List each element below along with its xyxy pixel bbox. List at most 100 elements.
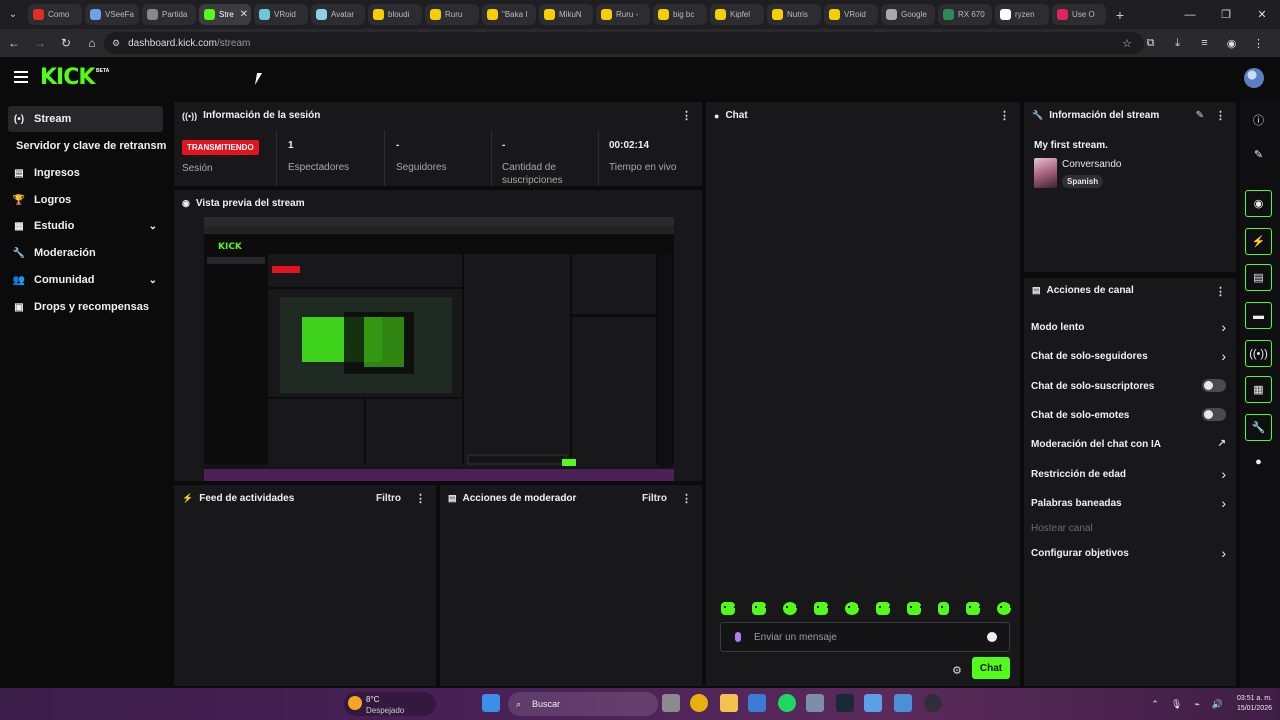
url-bar[interactable]: ⚙ dashboard.kick.com/stream ☆ <box>104 32 1144 54</box>
emote-icon[interactable] <box>814 602 829 615</box>
emote-icon[interactable] <box>938 602 953 615</box>
app-icon[interactable] <box>864 694 882 712</box>
panel-menu-icon[interactable]: ⋮ <box>415 492 426 505</box>
emote-icon[interactable] <box>845 602 860 615</box>
browser-tab[interactable]: MikuN <box>539 4 593 25</box>
lightning-icon[interactable]: ⚡ <box>1245 228 1272 255</box>
panel-menu-icon[interactable]: ⋮ <box>1215 285 1226 298</box>
windows-start-icon[interactable] <box>482 694 500 712</box>
toggle-switch[interactable] <box>1202 408 1226 421</box>
site-info-icon[interactable]: ⚙ <box>112 38 120 49</box>
shapes-icon[interactable]: ● <box>1245 456 1272 468</box>
browser-tab[interactable]: RX 670 <box>938 4 992 25</box>
store-icon[interactable] <box>748 694 766 712</box>
emote-icon[interactable] <box>721 602 736 615</box>
panel-menu-icon[interactable]: ⋮ <box>1215 109 1226 122</box>
emote-icon[interactable] <box>997 602 1012 615</box>
broadcast-icon[interactable]: ((•)) <box>1245 340 1272 367</box>
kick-logo[interactable]: KICK <box>40 65 95 90</box>
emote-icon[interactable] <box>783 602 798 615</box>
sidebar-item-estudio[interactable]: ▦ Estudio ⌄ <box>8 213 163 239</box>
edit-pencil-icon[interactable]: ✎ <box>1196 110 1204 121</box>
sidebar-item-server-key[interactable]: Servidor y clave de retransm <box>16 133 176 159</box>
filter-button[interactable]: Filtro <box>642 493 667 504</box>
volume-icon[interactable]: 🔊 <box>1212 699 1223 710</box>
info-icon[interactable]: ⓘ <box>1245 112 1272 128</box>
browser-tab[interactable]: Nutris <box>767 4 821 25</box>
reading-list-icon[interactable]: ≡ <box>1191 37 1218 49</box>
forward-arrow-icon[interactable]: → <box>28 36 52 50</box>
browser-tab[interactable]: bloudi <box>368 4 422 25</box>
clock[interactable]: 03:51 a. m. 15/01/2026 <box>1237 694 1272 714</box>
channel-action-item[interactable]: Chat de solo-seguidores › <box>1031 348 1226 364</box>
channel-action-item[interactable]: Modo lento › <box>1031 319 1226 335</box>
user-avatar[interactable] <box>1244 68 1264 88</box>
browser-tab[interactable]: Use O <box>1052 4 1106 25</box>
browser-tab[interactable]: Partida <box>142 4 196 25</box>
toggle-switch[interactable] <box>1202 379 1226 392</box>
browser-tab[interactable]: Avatar <box>311 4 365 25</box>
obs-icon[interactable] <box>924 694 942 712</box>
emoji-picker-icon[interactable] <box>987 632 997 642</box>
chat-bubble-icon[interactable]: ▬ <box>1245 302 1272 329</box>
send-chat-button[interactable]: Chat <box>972 657 1010 679</box>
document-icon[interactable]: ▤ <box>1245 264 1272 291</box>
browser-tab[interactable]: Stre ✕ <box>199 4 251 25</box>
emote-icon[interactable] <box>907 602 922 615</box>
filter-button[interactable]: Filtro <box>376 493 401 504</box>
spotify-icon[interactable] <box>778 694 796 712</box>
back-arrow-icon[interactable]: ← <box>2 36 26 50</box>
microphone-tray-icon[interactable]: 🎙 <box>1171 699 1182 710</box>
stream-category[interactable]: Conversando <box>1062 159 1121 170</box>
channel-action-item[interactable]: Configurar objetivos › <box>1031 545 1226 561</box>
minimize-icon[interactable]: — <box>1172 9 1208 21</box>
downloads-icon[interactable]: ⤓ <box>1164 37 1191 50</box>
panel-menu-icon[interactable]: ⋮ <box>681 109 692 122</box>
app-icon[interactable] <box>894 694 912 712</box>
steam-icon[interactable] <box>836 694 854 712</box>
stream-preview-video[interactable]: KICK <box>204 217 674 481</box>
network-icon[interactable]: ⌁ <box>1194 699 1199 710</box>
sidebar-item-comunidad[interactable]: 👥 Comunidad ⌄ <box>8 267 163 293</box>
sidebar-item-drops[interactable]: ▣ Drops y recompensas <box>8 294 163 320</box>
sidebar-item-ingresos[interactable]: ▤ Ingresos <box>8 160 163 186</box>
browser-tab[interactable]: Ruru <box>425 4 479 25</box>
browser-tab[interactable]: Google <box>881 4 935 25</box>
tab-list-chevron-icon[interactable]: ⌄ <box>4 6 22 24</box>
channel-action-item[interactable]: Moderación del chat con IA ↗ <box>1031 438 1226 450</box>
sidebar-item-moderacion[interactable]: 🔧 Moderación <box>8 240 163 266</box>
taskbar-search[interactable]: ⌕ Buscar <box>508 692 658 716</box>
channel-action-item[interactable]: Chat de solo-emotes <box>1031 408 1226 421</box>
browser-tab[interactable]: VRoid <box>824 4 878 25</box>
new-tab-button[interactable]: + <box>1111 7 1129 23</box>
extensions-icon[interactable]: ⧉ <box>1137 37 1164 50</box>
file-explorer-icon[interactable] <box>720 694 738 712</box>
browser-tab[interactable]: "Baka I <box>482 4 536 25</box>
channel-action-item[interactable]: Restricción de edad › <box>1031 466 1226 482</box>
app-icon[interactable] <box>806 694 824 712</box>
profile-icon[interactable]: ◉ <box>1218 37 1245 50</box>
browser-tab[interactable]: Kipfel <box>710 4 764 25</box>
browser-tab[interactable]: Como <box>28 4 82 25</box>
wrench-icon[interactable]: 🔧 <box>1245 414 1272 441</box>
preview-toggle-icon[interactable]: ◉ <box>1245 190 1272 217</box>
panel-menu-icon[interactable]: ⋮ <box>681 492 692 505</box>
browser-tab[interactable]: big bc <box>653 4 707 25</box>
browser-tab[interactable]: ryzen <box>995 4 1049 25</box>
hamburger-menu-icon[interactable] <box>14 71 28 83</box>
chevron-up-icon[interactable]: ⌃ <box>1151 699 1159 710</box>
sidebar-item-stream[interactable]: (•) Stream <box>8 106 163 132</box>
channel-action-item[interactable]: Chat de solo-suscriptores <box>1031 379 1226 392</box>
close-tab-icon[interactable]: ✕ <box>240 9 248 20</box>
reload-icon[interactable]: ↻ <box>54 36 78 50</box>
sidebar-item-logros[interactable]: 🏆 Logros <box>8 187 163 213</box>
bookmark-star-icon[interactable]: ☆ <box>1122 37 1132 50</box>
channel-action-item[interactable]: Palabras baneadas › <box>1031 495 1226 511</box>
restore-icon[interactable]: ❐ <box>1208 8 1244 21</box>
microphone-icon[interactable] <box>735 632 741 642</box>
emote-icon[interactable] <box>876 602 891 615</box>
emote-icon[interactable] <box>966 602 981 615</box>
home-icon[interactable]: ⌂ <box>80 36 104 50</box>
close-window-icon[interactable]: ✕ <box>1244 8 1280 21</box>
chat-settings-gear-icon[interactable]: ⚙ <box>952 664 962 677</box>
